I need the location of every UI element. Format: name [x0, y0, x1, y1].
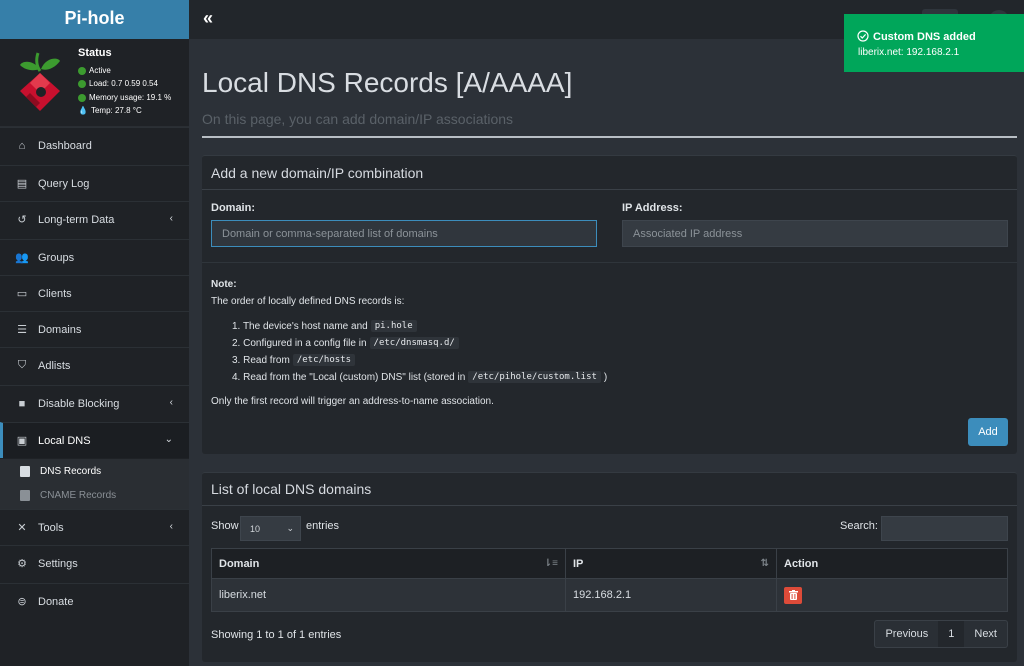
- show-label: Show: [211, 520, 239, 532]
- chevron-left-icon: ‹: [169, 521, 173, 532]
- pihole-logo-icon: [20, 52, 60, 111]
- list-box-title: List of local DNS domains: [211, 481, 372, 497]
- file-icon: ▤: [16, 178, 28, 190]
- home-icon: ⌂: [18, 139, 26, 152]
- column-header-action: Action: [776, 548, 1008, 579]
- entries-label: entries: [306, 520, 340, 532]
- ip-label: IP Address:: [622, 202, 683, 214]
- sort-desc-icon: ⇂≡: [543, 558, 558, 569]
- delete-button[interactable]: [784, 586, 802, 604]
- note-footer: Only the first record will trigger an ad…: [211, 396, 494, 407]
- chevron-down-icon: ⌄: [286, 523, 294, 533]
- note-item-1: 1. The device's host name and pi.hole: [232, 320, 420, 332]
- green-dot-icon: [78, 79, 86, 88]
- status-load: Load: 0.7 0.59 0.54: [78, 79, 158, 88]
- status-memory: Memory usage: 19.1 %: [78, 93, 171, 102]
- sidebar-item-local-dns[interactable]: ▣ Local DNS ⌄: [0, 422, 189, 458]
- search-label: Search:: [840, 520, 878, 532]
- stop-icon: ■: [18, 397, 26, 410]
- note-item-2: 2. Configured in a config file in/etc/dn…: [232, 337, 462, 349]
- domain-label: Domain:: [211, 202, 255, 214]
- page-title: Local DNS Records [A/AAAA]: [202, 67, 573, 98]
- sidebar-item-donate[interactable]: ⊜ Donate: [0, 583, 189, 619]
- box-divider: [202, 262, 1017, 263]
- page-1-button[interactable]: 1: [938, 621, 965, 647]
- address-book-icon: [20, 489, 30, 501]
- chevron-left-icon: ‹: [169, 397, 173, 408]
- column-header-domain[interactable]: Domain ⇂≡: [211, 548, 566, 579]
- status-title: Status: [78, 47, 112, 59]
- add-button[interactable]: Add: [968, 418, 1008, 446]
- note-intro: The order of locally defined DNS records…: [211, 296, 405, 307]
- tools-icon: ✕: [17, 522, 27, 534]
- success-toast[interactable]: Custom DNS added liberix.net: 192.168.2.…: [844, 14, 1024, 72]
- check-circle-icon: [857, 30, 869, 42]
- row-domain: liberix.net: [211, 579, 566, 612]
- sidebar-item-clients[interactable]: ▭ Clients: [0, 275, 189, 311]
- box-divider: [202, 505, 1017, 506]
- green-dot-icon: [78, 66, 86, 75]
- brand-logo[interactable]: Pi-hole: [0, 0, 189, 39]
- sidebar-item-settings[interactable]: ⚙ Settings: [0, 545, 189, 581]
- chevron-down-icon: ⌄: [164, 434, 173, 445]
- note-item-3: 3. Read from/etc/hosts: [232, 354, 358, 366]
- toast-message: liberix.net: 192.168.2.1: [858, 47, 960, 58]
- status-active: Active: [78, 66, 111, 75]
- note-item-4: 4. Read from the "Local (custom) DNS" li…: [232, 371, 608, 383]
- next-page-button[interactable]: Next: [964, 621, 1007, 647]
- history-icon: ↺: [17, 214, 27, 226]
- laptop-icon: ▭: [16, 288, 28, 300]
- note-title: Note:: [211, 279, 237, 290]
- box-divider: [202, 189, 1017, 190]
- address-book-icon: ▣: [16, 435, 28, 447]
- search-input[interactable]: [881, 516, 1008, 541]
- sidebar-item-domains[interactable]: ☰ Domains: [0, 311, 189, 347]
- sidebar-item-long-term-data[interactable]: ↺ Long-term Data ‹: [0, 201, 189, 237]
- table-info: Showing 1 to 1 of 1 entries: [211, 629, 342, 641]
- gear-icon: ⚙: [17, 558, 27, 570]
- status-panel: Status Active Load: 0.7 0.59 0.54 Memory…: [0, 39, 189, 127]
- row-ip: 192.168.2.1: [565, 579, 777, 612]
- sort-icon: ⇅: [760, 558, 769, 569]
- users-icon: 👥: [15, 252, 29, 264]
- sidebar-item-tools[interactable]: ✕ Tools ‹: [0, 509, 189, 545]
- local-dns-submenu: DNS Records CNAME Records: [0, 459, 189, 509]
- sidebar-item-adlists[interactable]: ⛉ Adlists: [0, 347, 189, 383]
- temperature-icon: 💧: [78, 106, 88, 115]
- row-action: [776, 579, 1008, 612]
- sidebar: Status Active Load: 0.7 0.59 0.54 Memory…: [0, 39, 189, 666]
- sidebar-toggle-icon[interactable]: «: [203, 8, 213, 29]
- green-dot-icon: [78, 93, 86, 102]
- add-record-box: Add a new domain/IP combination Domain: …: [202, 155, 1017, 454]
- domain-input[interactable]: [211, 220, 597, 247]
- add-box-title: Add a new domain/IP combination: [211, 165, 424, 181]
- sidebar-item-disable-blocking[interactable]: ■ Disable Blocking ‹: [0, 385, 189, 421]
- page-size-select[interactable]: 10 ⌄: [240, 516, 301, 541]
- ip-input[interactable]: [622, 220, 1008, 247]
- sidebar-subitem-cname-records[interactable]: CNAME Records: [0, 483, 189, 507]
- address-book-icon: [20, 465, 30, 477]
- dns-list-box: List of local DNS domains Show 10 ⌄ entri…: [202, 472, 1017, 662]
- sidebar-item-dashboard[interactable]: ⌂ Dashboard: [0, 127, 189, 163]
- page-subtitle: On this page, you can add domain/IP asso…: [202, 111, 514, 127]
- sidebar-item-query-log[interactable]: ▤ Query Log: [0, 165, 189, 201]
- pagination: Previous 1 Next: [874, 620, 1008, 648]
- column-header-ip[interactable]: IP ⇅: [565, 548, 777, 579]
- sidebar-item-groups[interactable]: 👥 Groups: [0, 239, 189, 275]
- shield-icon: ⛉: [17, 359, 27, 371]
- status-temp: 💧 Temp: 27.8 °C: [78, 106, 142, 115]
- sidebar-subitem-dns-records[interactable]: DNS Records: [0, 459, 189, 483]
- toast-title: Custom DNS added: [873, 31, 976, 43]
- donate-icon: ⊜: [17, 596, 27, 608]
- trash-icon: [788, 590, 798, 600]
- list-icon: ☰: [17, 324, 27, 336]
- previous-page-button[interactable]: Previous: [875, 621, 938, 647]
- header-divider: [202, 136, 1017, 138]
- chevron-left-icon: ‹: [169, 213, 173, 224]
